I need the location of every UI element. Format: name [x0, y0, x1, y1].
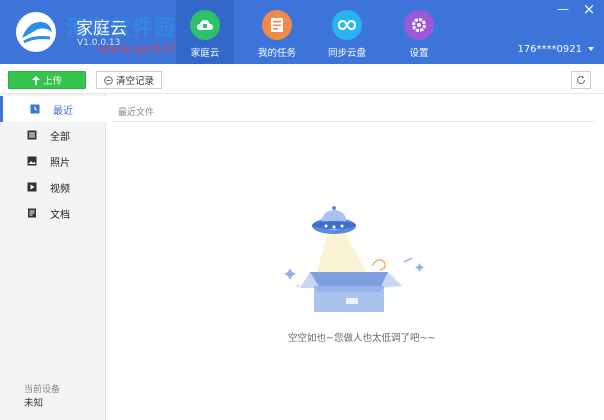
sidebar-item-photos[interactable]: 照片: [0, 148, 106, 174]
title-bar: 河东软件园 家庭云 V1.0.0.13 www.pc0359.cn 家庭云 我的…: [0, 0, 604, 64]
refresh-icon: [576, 75, 586, 85]
clear-records-button[interactable]: 清空记录: [96, 71, 162, 89]
clear-circle-icon: [104, 75, 113, 85]
sidebar: 最近 全部 照片 视频 文档 当前设备 未知: [0, 94, 106, 420]
current-device-label: 当前设备: [24, 385, 61, 395]
image-icon: [27, 156, 37, 166]
upload-arrow-icon: [31, 75, 40, 85]
user-account[interactable]: 176****0921: [517, 44, 582, 55]
clock-icon: [30, 104, 40, 114]
chevron-down-icon[interactable]: [588, 47, 594, 51]
sidebar-item-documents[interactable]: 文档: [0, 200, 106, 226]
cloud-home-icon: [190, 10, 220, 40]
empty-state-message: 空空如也~您做人也太低调了吧~~: [288, 333, 436, 344]
nav-label: 家庭云: [190, 48, 220, 59]
app-title: 家庭云: [76, 19, 127, 39]
grid-list-icon: [27, 130, 37, 140]
nav-family-cloud[interactable]: 家庭云: [176, 0, 234, 64]
sidebar-item-all[interactable]: 全部: [0, 122, 106, 148]
sidebar-item-label: 文档: [50, 209, 70, 221]
sidebar-item-recent[interactable]: 最近: [0, 96, 106, 122]
toolbar: 上传 清空记录: [0, 64, 604, 94]
nav-settings[interactable]: 设置: [390, 0, 448, 64]
document-icon: [27, 208, 37, 218]
sidebar-item-label: 照片: [50, 157, 70, 169]
app-version: V1.0.0.13: [77, 38, 121, 48]
sidebar-item-videos[interactable]: 视频: [0, 174, 106, 200]
nav-label: 设置: [409, 48, 429, 59]
nav-label: 同步云盘: [327, 48, 366, 59]
window-controls: — ×: [556, 2, 596, 17]
app-logo-icon: [16, 12, 56, 52]
refresh-button[interactable]: [571, 71, 591, 89]
upload-label: 上传: [42, 76, 62, 87]
settings-gear-icon: [404, 10, 434, 40]
sync-cloud-icon: [332, 10, 362, 40]
close-button[interactable]: ×: [582, 2, 596, 17]
sidebar-item-label: 最近: [53, 105, 73, 117]
sidebar-item-label: 全部: [50, 131, 70, 143]
current-device-value: 未知: [24, 398, 44, 409]
nav-sync-cloud[interactable]: 同步云盘: [318, 0, 376, 64]
clear-records-label: 清空记录: [115, 76, 154, 87]
empty-box-illustration: [284, 206, 424, 312]
nav-my-tasks[interactable]: 我的任务: [248, 0, 306, 64]
task-list-icon: [262, 10, 292, 40]
nav-label: 我的任务: [257, 48, 296, 59]
section-title: 最近文件: [118, 108, 155, 118]
upload-button[interactable]: 上传: [8, 71, 86, 89]
section-header: 最近文件: [112, 102, 594, 122]
video-play-icon: [27, 182, 37, 192]
minimize-button[interactable]: —: [556, 2, 570, 16]
sidebar-item-label: 视频: [50, 183, 70, 195]
